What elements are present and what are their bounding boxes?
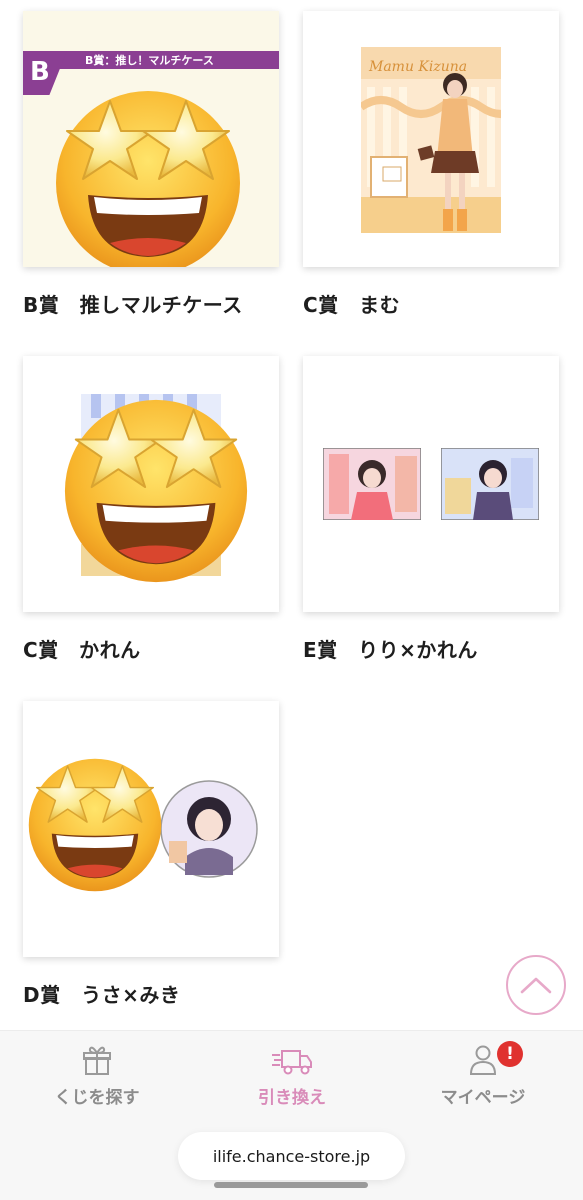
prize-card-e-riri-karen[interactable]: E賞 りり×かれん: [303, 356, 559, 662]
nav-item-mypage[interactable]: ! マイページ: [403, 1041, 563, 1108]
prize-title: B賞 推しマルチケース: [23, 293, 243, 317]
delivery-truck-icon: [272, 1050, 312, 1075]
photo-card-right: [441, 448, 539, 520]
prize-title: E賞 りり×かれん: [303, 638, 478, 662]
nav-item-search-lottery[interactable]: くじを探す: [17, 1043, 177, 1108]
prize-card-c-mamu[interactable]: Mamu Kizuna C賞 まむ: [303, 11, 559, 317]
user-icon: [469, 1045, 497, 1075]
prize-image: [23, 356, 279, 612]
star-eyes-emoji-icon: [55, 90, 241, 267]
home-indicator: [214, 1182, 368, 1188]
star-eyes-emoji-icon: [63, 398, 249, 584]
chevron-up-icon: [520, 977, 552, 994]
banner-text: B賞：推し！マルチケース: [85, 54, 214, 67]
badge-letter: B: [30, 57, 50, 87]
alert-badge: !: [497, 1041, 523, 1067]
star-eyes-emoji-icon: [28, 758, 162, 892]
prize-image: [303, 356, 559, 612]
nav-label: 引き換え: [258, 1088, 326, 1108]
prize-card-b-multi-case[interactable]: B賞：推し！マルチケース B B賞 推しマルチケース: [23, 11, 279, 317]
prize-title: C賞 まむ: [303, 293, 401, 317]
prize-image: [23, 701, 279, 957]
can-badge-illustration: [160, 780, 258, 878]
prize-image: B賞：推し！マルチケース B: [23, 11, 279, 267]
nav-item-exchange[interactable]: 引き換え: [212, 1043, 372, 1108]
prize-banner: B賞：推し！マルチケース: [45, 51, 279, 69]
gift-icon: [83, 1046, 111, 1075]
scroll-top-button[interactable]: [506, 955, 566, 1015]
acrylic-stand-illustration: Mamu Kizuna: [361, 47, 501, 233]
nav-label: くじを探す: [54, 1088, 140, 1108]
prize-card-c-karen[interactable]: C賞 かれん: [23, 356, 279, 662]
prize-card-d-usa-miki[interactable]: D賞 うさ×みき: [23, 701, 279, 1007]
url-text: ilife.chance-store.jp: [212, 1146, 371, 1166]
prize-title: D賞 うさ×みき: [23, 983, 181, 1007]
browser-url-bar[interactable]: ilife.chance-store.jp: [178, 1132, 405, 1180]
prize-title: C賞 かれん: [23, 638, 141, 662]
photo-card-left: [323, 448, 421, 520]
nav-label: マイページ: [440, 1088, 526, 1108]
signature-text: Mamu Kizuna: [368, 59, 467, 75]
prize-image: Mamu Kizuna: [303, 11, 559, 267]
